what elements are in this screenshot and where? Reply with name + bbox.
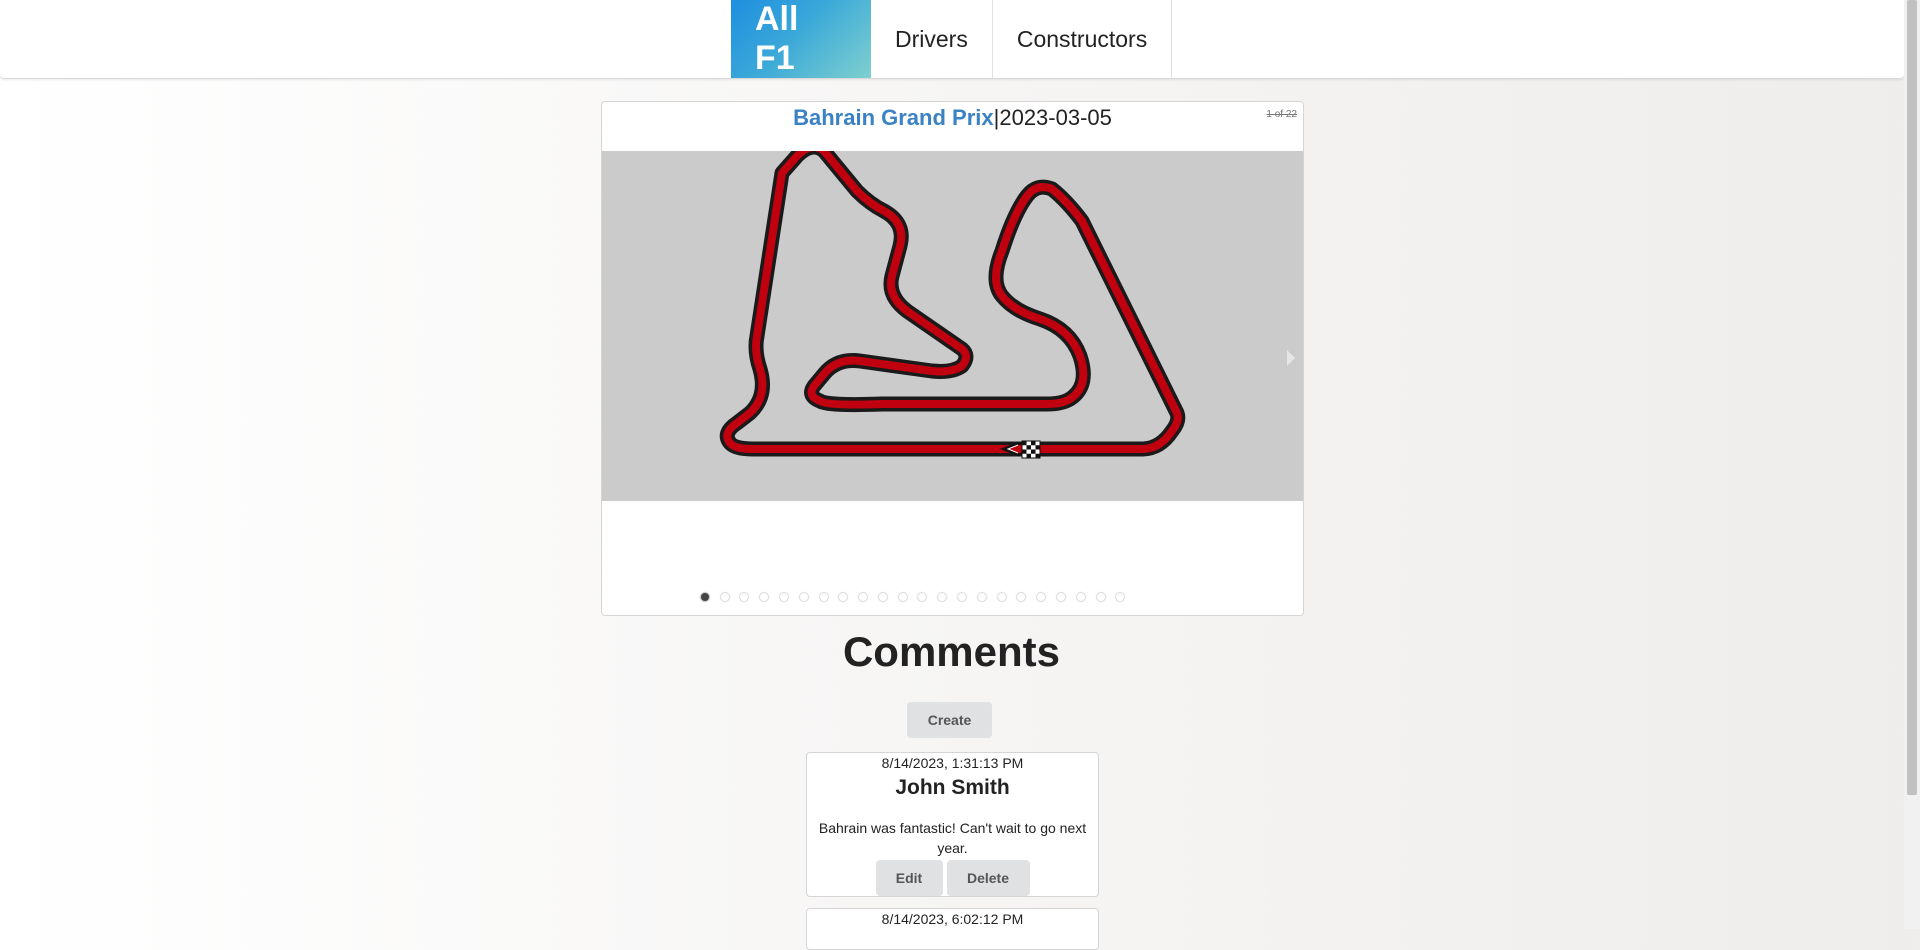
comment-card: 8/14/2023, 1:31:13 PM John Smith Bahrain… bbox=[806, 752, 1099, 897]
carousel-dot[interactable] bbox=[700, 593, 709, 601]
page-scrollbar[interactable] bbox=[1904, 0, 1920, 929]
brand-link[interactable]: All F1 bbox=[731, 0, 871, 78]
create-comment-button[interactable]: Create bbox=[907, 702, 992, 738]
carousel-dot[interactable] bbox=[1056, 593, 1065, 601]
carousel-indicators bbox=[695, 593, 1130, 601]
carousel-dot[interactable] bbox=[1017, 593, 1026, 601]
carousel-dot[interactable] bbox=[819, 593, 828, 601]
carousel-dot[interactable] bbox=[1116, 593, 1125, 601]
top-navbar: All F1 Drivers Constructors bbox=[0, 0, 1904, 79]
carousel-dot[interactable] bbox=[839, 593, 848, 601]
carousel-dot[interactable] bbox=[740, 593, 749, 601]
comment-date: 8/14/2023, 1:31:13 PM bbox=[881, 755, 1024, 771]
carousel-dot[interactable] bbox=[1076, 593, 1085, 601]
comment-card: 8/14/2023, 6:02:12 PM bbox=[806, 908, 1099, 950]
slide-counter: 1 of 22 bbox=[1266, 109, 1297, 120]
carousel-dot[interactable] bbox=[898, 593, 907, 601]
race-date: 2023-03-05 bbox=[999, 105, 1112, 130]
carousel-dot[interactable] bbox=[878, 593, 887, 601]
carousel-dot[interactable] bbox=[859, 593, 868, 601]
circuit-map-icon bbox=[719, 139, 1186, 459]
race-title: Bahrain Grand Prix|2023-03-05 bbox=[602, 104, 1303, 132]
main-nav: All F1 Drivers Constructors bbox=[731, 0, 1173, 78]
circuit-map bbox=[602, 139, 1303, 501]
carousel-dot[interactable] bbox=[938, 593, 947, 601]
edit-comment-button[interactable]: Edit bbox=[875, 860, 943, 896]
start-finish-flag-icon bbox=[1021, 440, 1041, 459]
comment-text: Bahrain was fantastic! Can't wait to go … bbox=[818, 820, 1087, 856]
comment-actions: Edit Delete bbox=[807, 860, 1098, 896]
comments-heading: Comments bbox=[842, 628, 1061, 675]
carousel-dot[interactable] bbox=[918, 593, 927, 601]
carousel-dot[interactable] bbox=[780, 593, 789, 601]
nav-drivers[interactable]: Drivers bbox=[871, 0, 993, 78]
comment-author: John Smith bbox=[895, 776, 1010, 799]
carousel-dot[interactable] bbox=[799, 593, 808, 601]
track-line bbox=[723, 143, 1182, 453]
carousel-dot[interactable] bbox=[720, 593, 729, 601]
carousel-dot[interactable] bbox=[760, 593, 769, 601]
carousel-dot[interactable] bbox=[977, 593, 986, 601]
carousel-next-icon[interactable] bbox=[1287, 350, 1295, 366]
carousel-dot[interactable] bbox=[997, 593, 1006, 601]
race-name-link[interactable]: Bahrain Grand Prix bbox=[793, 105, 994, 130]
carousel-dot[interactable] bbox=[958, 593, 967, 601]
comment-date: 8/14/2023, 6:02:12 PM bbox=[881, 911, 1024, 927]
carousel-dot[interactable] bbox=[1096, 593, 1105, 601]
scrollbar-thumb[interactable] bbox=[1907, 0, 1917, 795]
nav-constructors[interactable]: Constructors bbox=[993, 0, 1173, 78]
carousel-dot[interactable] bbox=[1037, 593, 1046, 601]
race-carousel: Bahrain Grand Prix|2023-03-05 1 of 22 bbox=[601, 101, 1304, 616]
delete-comment-button[interactable]: Delete bbox=[946, 860, 1030, 896]
